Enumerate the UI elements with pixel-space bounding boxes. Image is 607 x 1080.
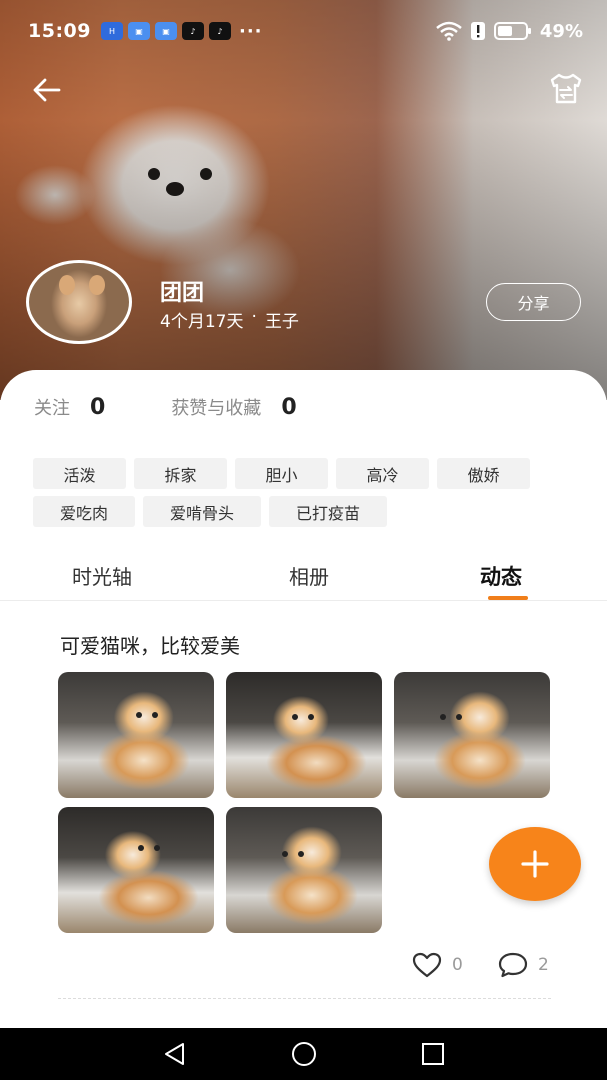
following-label[interactable]: 关注 xyxy=(34,394,70,420)
tiktok-icon: ♪ xyxy=(181,22,204,40)
cover-dog-eye xyxy=(200,168,212,180)
photo-cat-eye xyxy=(308,714,314,720)
comment-count: 2 xyxy=(538,955,549,975)
photo-cat-eye xyxy=(152,712,158,718)
pet-info: 4个月17天 · 王子 xyxy=(160,307,299,332)
post-text: 可爱猫咪，比较爱美 xyxy=(60,634,240,658)
photo-cat-eye xyxy=(282,851,288,857)
square-recents-icon xyxy=(421,1043,444,1065)
photo-cat-eye xyxy=(154,845,160,851)
status-bar: 15:09 H ▣ ▣ ♪ ♪ ··· 49% xyxy=(0,0,607,62)
nav-recents-button[interactable] xyxy=(413,1034,453,1074)
tag-item[interactable]: 高冷 xyxy=(336,458,429,489)
arrow-left-icon xyxy=(33,78,61,102)
shirt-swap-icon xyxy=(550,73,582,104)
share-button[interactable]: 分享 xyxy=(486,283,581,321)
triangle-back-icon xyxy=(164,1043,184,1065)
heart-icon xyxy=(412,952,442,978)
nav-home-button[interactable] xyxy=(284,1034,324,1074)
content-tabs: 时光轴 相册 动态 xyxy=(0,553,607,601)
battery-icon xyxy=(493,22,531,40)
tag-item[interactable]: 已打疫苗 xyxy=(269,496,388,527)
nav-back-button[interactable] xyxy=(155,1034,195,1074)
post-photo[interactable] xyxy=(58,807,214,933)
tab-timeline[interactable]: 时光轴 xyxy=(72,561,132,590)
app-icon: ▣ xyxy=(127,22,150,40)
photo-cat-eye xyxy=(298,851,304,857)
app-icon: ▣ xyxy=(154,22,177,40)
likes-label[interactable]: 获赞与收藏 xyxy=(171,394,261,420)
profile-stats: 关注 0 获赞与收藏 0 xyxy=(34,394,297,420)
honor-icon: H xyxy=(100,22,123,40)
back-button[interactable] xyxy=(28,74,64,106)
post-photo[interactable] xyxy=(394,672,550,798)
info-separator: · xyxy=(251,307,257,327)
pet-breed: 王子 xyxy=(264,312,299,332)
plus-icon xyxy=(521,850,549,878)
system-nav-bar xyxy=(0,1028,607,1080)
likes-count[interactable]: 0 xyxy=(281,395,296,420)
status-time: 15:09 xyxy=(28,20,91,42)
avatar-pet-ear xyxy=(89,275,105,295)
photo-cat-eye xyxy=(456,714,462,720)
active-tab-indicator xyxy=(488,596,528,600)
photo-cat-eye xyxy=(136,712,142,718)
following-count[interactable]: 0 xyxy=(90,395,105,420)
cover-dog-eye xyxy=(148,168,160,180)
pet-name: 团团 xyxy=(160,281,205,306)
pet-tags: 活泼 拆家 胆小 高冷 傲娇 爱吃肉 爱啃骨头 已打疫苗 xyxy=(33,458,553,527)
tiktok-icon: ♪ xyxy=(208,22,231,40)
cover-dog-nose xyxy=(166,182,184,196)
alert-icon xyxy=(470,22,485,40)
comment-icon xyxy=(498,952,528,978)
wifi-icon xyxy=(436,21,462,41)
tag-item[interactable]: 活泼 xyxy=(33,458,126,489)
like-count: 0 xyxy=(452,955,463,975)
post-photo[interactable] xyxy=(58,672,214,798)
tag-item[interactable]: 爱啃骨头 xyxy=(143,496,262,527)
post-photo[interactable] xyxy=(226,672,382,798)
post-divider xyxy=(58,998,551,999)
pet-age: 4个月17天 xyxy=(160,312,244,332)
tag-item[interactable]: 傲娇 xyxy=(437,458,530,489)
post-photo[interactable] xyxy=(226,807,382,933)
photo-cat-eye xyxy=(440,714,446,720)
like-action[interactable]: 0 xyxy=(412,952,463,978)
tag-item[interactable]: 拆家 xyxy=(134,458,227,489)
status-app-icons: H ▣ ▣ ♪ ♪ xyxy=(100,22,231,40)
comment-action[interactable]: 2 xyxy=(498,952,549,978)
tag-item[interactable]: 爱吃肉 xyxy=(33,496,136,527)
photo-cat-eye xyxy=(292,714,298,720)
switch-cover-button[interactable] xyxy=(545,70,587,108)
tag-item[interactable]: 胆小 xyxy=(235,458,328,489)
pet-avatar[interactable] xyxy=(26,260,132,344)
avatar-pet-ear xyxy=(59,275,75,295)
battery-percent: 49% xyxy=(539,20,583,42)
tab-album[interactable]: 相册 xyxy=(289,561,329,590)
photo-cat-eye xyxy=(138,845,144,851)
tab-moments[interactable]: 动态 xyxy=(480,561,522,591)
add-post-button[interactable] xyxy=(489,827,581,901)
more-notifications-icon: ··· xyxy=(238,20,263,42)
circle-home-icon xyxy=(291,1042,316,1066)
